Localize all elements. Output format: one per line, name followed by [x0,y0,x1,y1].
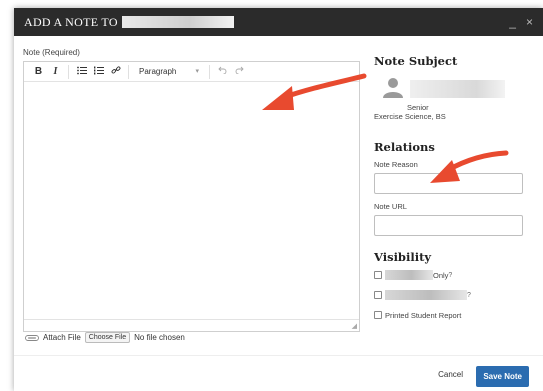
visibility-option-printed[interactable]: Printed Student Report [374,308,534,322]
file-status-text: No file chosen [134,333,185,342]
redacted-visibility-label-2 [385,290,467,300]
bold-icon[interactable]: B [30,66,47,77]
modal-footer: Cancel Save Note [14,355,543,391]
toolbar-divider [209,64,210,79]
redacted-student-name [121,16,234,28]
note-reason-field[interactable] [374,173,523,194]
save-note-button[interactable]: Save Note [476,366,529,387]
chevron-down-icon: ▾ [195,68,199,75]
close-icon[interactable]: × [526,15,533,29]
attach-file-label: Attach File [43,333,81,342]
student-major: Exercise Science, BS [374,112,446,121]
link-icon[interactable] [107,65,124,78]
undo-icon[interactable] [214,66,231,77]
visibility-checkbox-2[interactable] [374,291,382,299]
redo-icon[interactable] [231,66,248,77]
bullet-list-icon[interactable] [73,66,90,78]
paragraph-format-value: Paragraph [139,67,177,76]
redacted-student-name-box [410,80,505,98]
choose-file-button[interactable]: Choose File [84,332,131,343]
note-reason-label: Note Reason [374,160,418,169]
visibility-option-1[interactable]: Only ? [374,268,534,282]
editor-statusbar: ◢ [24,319,359,331]
note-sidebar: Note Subject Senior Exercise Science, BS… [374,54,534,322]
attach-file-row: Attach File Choose File No file chosen [25,332,185,343]
modal-titlebar: ADD A NOTE TO _ × [14,8,543,36]
cancel-button[interactable]: Cancel [438,370,463,379]
visibility-checkbox-1[interactable] [374,271,382,279]
avatar-icon [382,76,404,98]
student-class-year: Senior [407,103,429,112]
relations-heading: Relations [374,140,435,154]
editor-toolbar: B I Paragraph ▾ [24,62,359,82]
paperclip-icon [25,333,39,343]
toolbar-divider [128,64,129,79]
note-label: Note (Required) [23,48,80,57]
note-editor-section: Note (Required) B I Paragraph ▾ ◢ [23,48,360,332]
toolbar-divider [68,64,69,79]
paragraph-format-select[interactable]: Paragraph ▾ [133,67,205,76]
student-card: Senior Exercise Science, BS [374,76,534,128]
note-url-field[interactable] [374,215,523,236]
printed-report-label: Printed Student Report [385,310,462,320]
note-editor[interactable]: B I Paragraph ▾ ◢ [23,61,360,332]
italic-icon[interactable]: I [47,66,64,77]
visibility-heading: Visibility [374,250,432,264]
visibility-option-1-suffix: Only [433,270,449,280]
add-note-modal: ADD A NOTE TO _ × Note (Required) B I Pa… [14,8,543,391]
numbered-list-icon[interactable] [90,66,107,78]
redacted-visibility-label-1 [385,270,433,280]
note-subject-heading: Note Subject [374,54,458,68]
printed-report-checkbox[interactable] [374,311,382,319]
help-icon[interactable]: ? [467,292,471,299]
minimize-icon[interactable]: _ [509,15,516,29]
modal-title: ADD A NOTE TO [24,14,118,29]
note-url-label: Note URL [374,202,407,211]
help-icon[interactable]: ? [448,272,452,279]
resize-handle-icon[interactable]: ◢ [352,322,357,330]
window-controls: _ × [509,15,533,29]
visibility-option-2[interactable]: ? [374,288,534,302]
